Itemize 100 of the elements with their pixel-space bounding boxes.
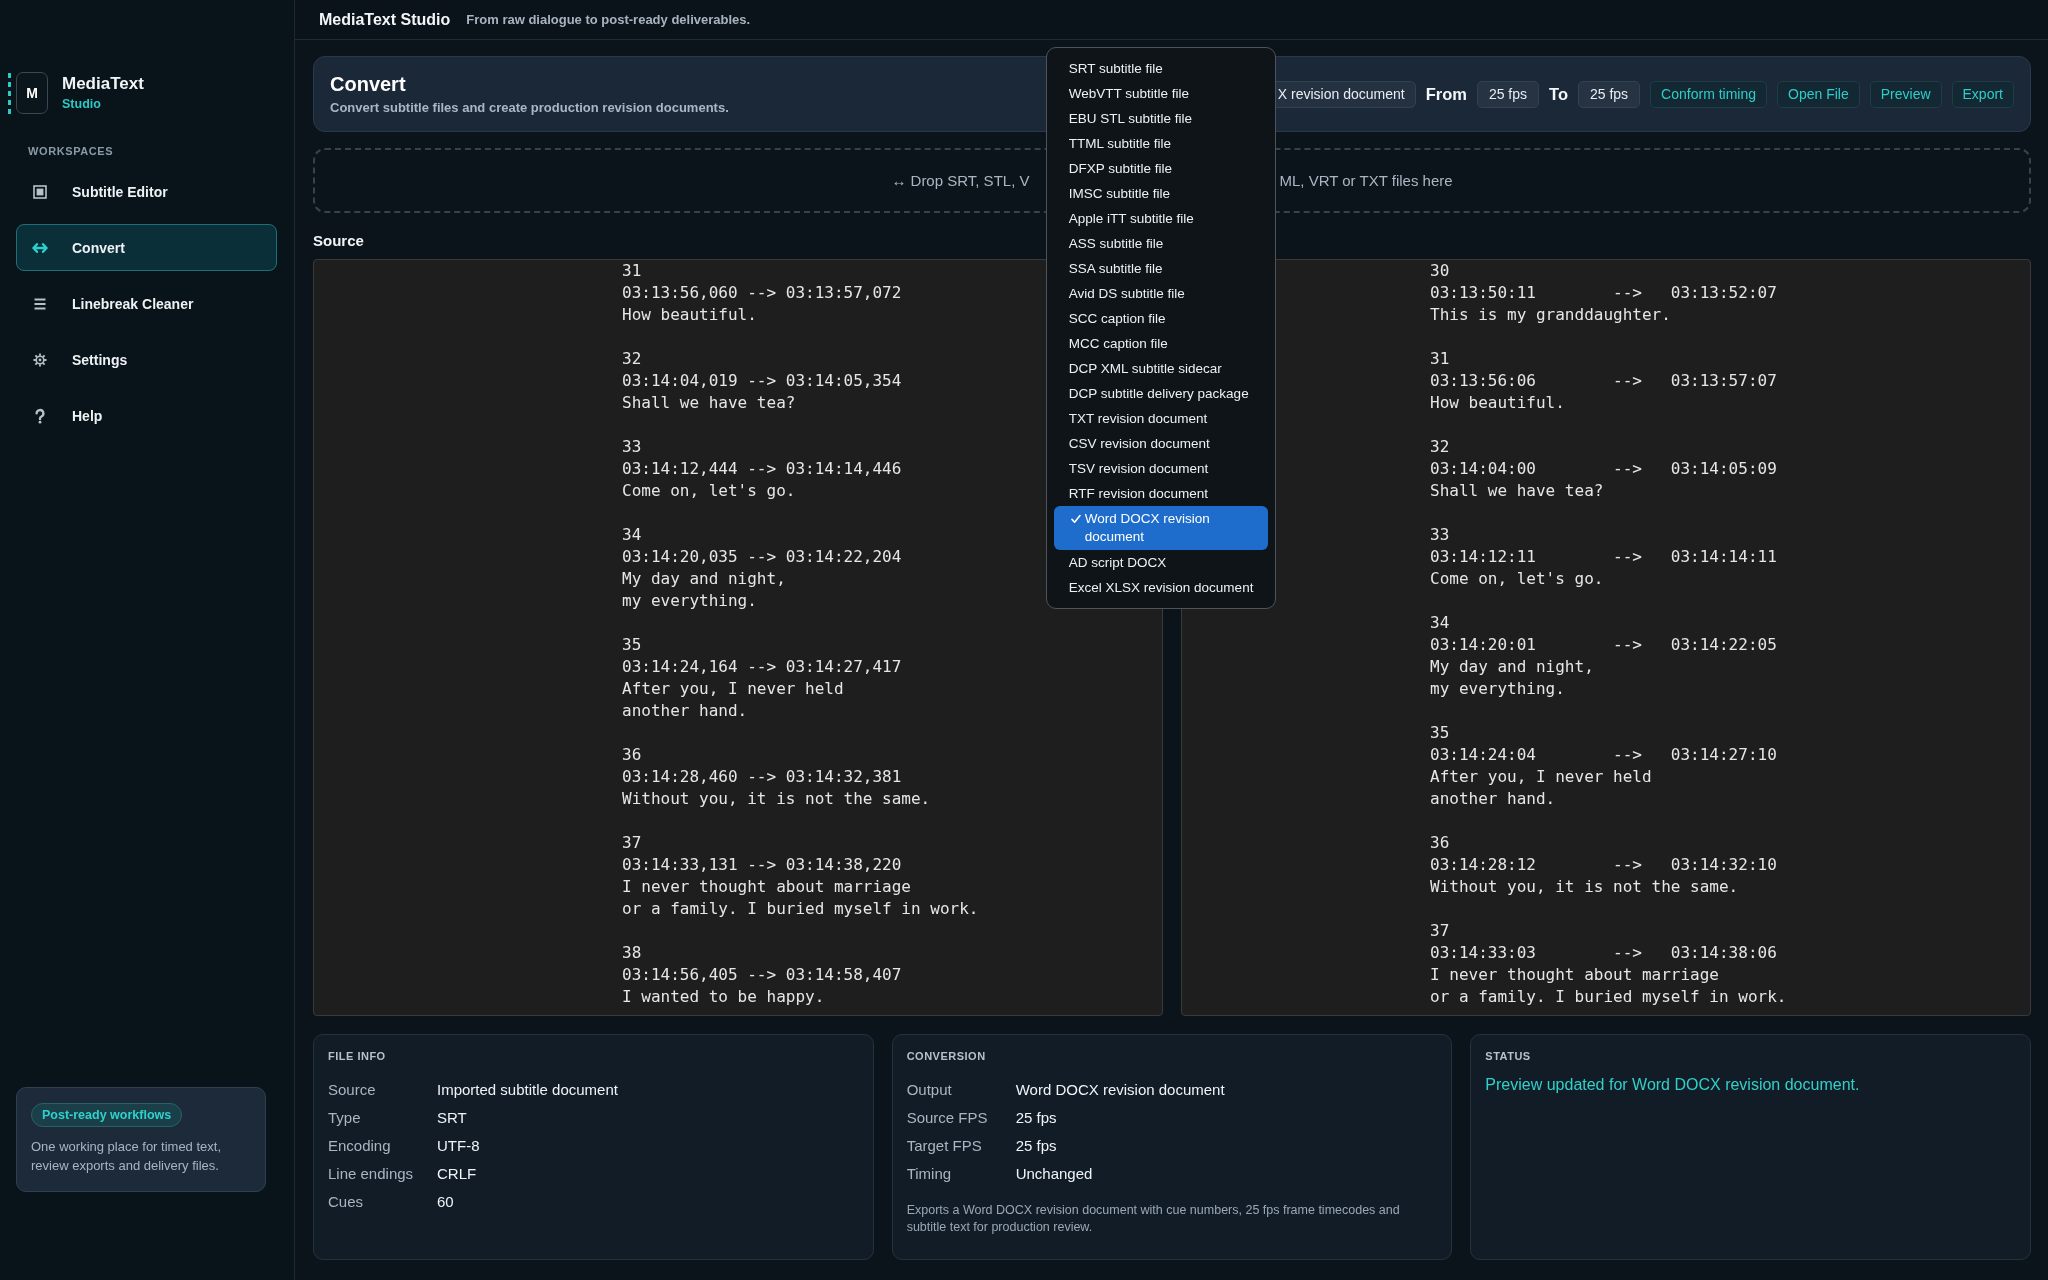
info-value: Word DOCX revision document <box>1015 1080 1225 1100</box>
page-title: Convert <box>330 72 406 96</box>
menu-option[interactable]: Excel XLSX revision document <box>1053 574 1268 600</box>
menu-option[interactable]: TXT revision document <box>1053 405 1268 431</box>
conversion-note: Exports a Word DOCX revision document with cue numbers, 25 fps frame timecodes and subtitle text for production review. <box>906 1202 1401 1236</box>
menu-option[interactable]: EBU STL subtitle file <box>1053 105 1268 131</box>
cue-text: How beautiful. <box>622 304 757 326</box>
cue-number: 33 <box>1430 524 1450 546</box>
menu-option[interactable]: SCC caption file <box>1053 305 1268 331</box>
page-subtitle: Convert subtitle files and create production revision documents. <box>330 100 729 116</box>
cue-text: I wanted to be happy. <box>622 986 825 1008</box>
nav-item[interactable]: Help <box>16 392 277 439</box>
brand-name: MediaText <box>62 74 144 94</box>
menu-option[interactable]: WebVTT subtitle file <box>1053 80 1268 106</box>
info-label: Target FPS <box>906 1136 983 1156</box>
menu-option[interactable]: RTF revision document <box>1053 480 1268 506</box>
cue-text: How beautiful. <box>1430 392 1565 414</box>
app-title: MediaText Studio <box>319 10 451 29</box>
cue-timing: 03:13:56:06 --> 03:13:57:07 <box>1430 370 1777 392</box>
cue-text: I never thought about marriage or a family. I buried myself in work. <box>1430 964 1787 1008</box>
nav-item[interactable]: Subtitle Editor <box>16 168 277 215</box>
cue-timing: 03:14:24:04 --> 03:14:27:10 <box>1430 744 1777 766</box>
menu-option[interactable]: IMSC subtitle file <box>1053 180 1268 206</box>
info-label: Output <box>906 1080 953 1100</box>
nav-item[interactable]: Settings <box>16 336 277 383</box>
info-label: Encoding <box>328 1136 392 1156</box>
nav-item[interactable]: Linebreak Cleaner <box>16 280 277 327</box>
cue-number: 37 <box>1430 920 1450 942</box>
settings-icon <box>32 351 48 368</box>
menu-option[interactable]: SSA subtitle file <box>1053 255 1268 281</box>
menu-option[interactable]: Avid DS subtitle file <box>1053 280 1268 306</box>
info-label: Cues <box>328 1192 365 1212</box>
brand-subtitle: Studio <box>62 96 101 112</box>
info-label: Source <box>328 1080 377 1100</box>
cue-timing: 03:13:50:11 --> 03:13:52:07 <box>1430 282 1777 304</box>
drop-hint: ↔ Drop SRT, STL, V <box>891 172 1030 189</box>
cue-text: After you, I never held another hand. <box>1430 766 1652 810</box>
cue-number: 31 <box>1430 348 1450 370</box>
cue-timing: 03:14:12:11 --> 03:14:14:11 <box>1430 546 1777 568</box>
help-icon <box>32 407 48 424</box>
menu-option[interactable]: DFXP subtitle file <box>1053 155 1268 181</box>
cue-text: This is my granddaughter. <box>1430 304 1671 326</box>
check-icon <box>1070 513 1081 524</box>
cue-text: Shall we have tea? <box>1430 480 1604 502</box>
conform-button[interactable]: Conform timing <box>1650 80 1768 108</box>
menu-option[interactable]: SRT subtitle file <box>1053 55 1268 81</box>
open-file-button[interactable]: Open File <box>1777 80 1860 108</box>
cue-text: Without you, it is not the same. <box>1430 876 1739 898</box>
cue-timing: 03:13:56,060 --> 03:13:57,072 <box>622 282 902 304</box>
cue-number: 35 <box>622 634 642 656</box>
cue-text: I never thought about marriage or a family. I buried myself in work. <box>622 876 979 920</box>
cue-number: 36 <box>1430 832 1450 854</box>
cue-text: Come on, let's go. <box>622 480 796 502</box>
cue-timing: 03:14:56,405 --> 03:14:58,407 <box>622 964 902 986</box>
dotted-line-icon <box>8 72 12 114</box>
info-label: Timing <box>906 1164 953 1184</box>
preview-button[interactable]: Preview <box>1869 80 1942 108</box>
menu-option[interactable]: ASS subtitle file <box>1053 230 1268 256</box>
section-label: WORKSPACES <box>28 145 114 158</box>
cue-timing: 03:14:33,131 --> 03:14:38,220 <box>622 854 902 876</box>
cue-number: 37 <box>622 832 642 854</box>
cue-text: My day and night, my everything. <box>622 568 786 612</box>
info-value: UTF-8 <box>437 1136 481 1156</box>
cue-number: 38 <box>622 942 642 964</box>
menu-option[interactable]: AD script DOCX <box>1053 549 1268 575</box>
panel-heading: STATUS <box>1485 1049 1531 1063</box>
logo-mark: M <box>16 72 48 114</box>
info-value: 25 fps <box>1015 1136 1058 1156</box>
menu-option[interactable]: MCC caption file <box>1053 330 1268 356</box>
info-label: Line endings <box>328 1164 415 1184</box>
nav-item[interactable]: Convert <box>16 224 277 271</box>
export-button[interactable]: Export <box>1951 80 2014 108</box>
cue-text: Without you, it is not the same. <box>622 788 931 810</box>
cue-number: 36 <box>622 744 642 766</box>
menu-option[interactable]: Word DOCX revision document <box>1053 505 1268 550</box>
fps-select[interactable]: 25 fps <box>1577 80 1641 108</box>
promo-badge: Post-ready workflows <box>31 1103 183 1127</box>
info-value: SRT <box>437 1108 468 1128</box>
cue-timing: 03:14:28,460 --> 03:14:32,381 <box>622 766 902 788</box>
section-heading: Source <box>313 232 364 250</box>
info-value: CRLF <box>437 1164 478 1184</box>
cue-number: 33 <box>622 436 642 458</box>
square-icon <box>32 183 48 200</box>
menu-option[interactable]: DCP XML subtitle sidecar <box>1053 355 1268 381</box>
info-value: 60 <box>437 1192 455 1212</box>
menu-option[interactable]: TSV revision document <box>1053 455 1268 481</box>
cue-text: After you, I never held another hand. <box>622 678 844 722</box>
menu-option[interactable]: CSV revision document <box>1053 430 1268 456</box>
panel-heading: CONVERSION <box>906 1049 986 1063</box>
cue-timing: 03:14:20,035 --> 03:14:22,204 <box>622 546 902 568</box>
fps-select[interactable]: 25 fps <box>1476 80 1540 108</box>
format-select[interactable]: X revision document <box>1275 80 1416 108</box>
cue-timing: 03:14:04:00 --> 03:14:05:09 <box>1430 458 1777 480</box>
cue-number: 32 <box>1430 436 1450 458</box>
cue-number: 32 <box>622 348 642 370</box>
status-message: Preview updated for Word DOCX revision document. <box>1485 1075 1860 1095</box>
cue-timing: 03:14:04,019 --> 03:14:05,354 <box>622 370 902 392</box>
menu-option[interactable]: DCP subtitle delivery package <box>1053 380 1268 406</box>
cue-timing: 03:14:12,444 --> 03:14:14,446 <box>622 458 902 480</box>
cue-timing: 03:14:33:03 --> 03:14:38:06 <box>1430 942 1777 964</box>
